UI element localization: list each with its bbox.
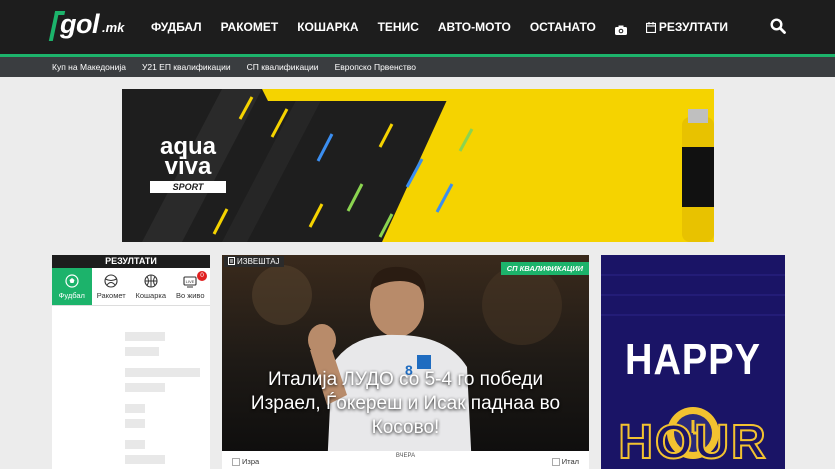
subnav-wc-qual[interactable]: СП квалификации bbox=[247, 62, 319, 72]
loading-placeholder bbox=[125, 347, 159, 356]
brand-line2: viva bbox=[164, 153, 212, 180]
loading-placeholder bbox=[125, 404, 145, 413]
report-tag: ИЗВЕШТАЈ bbox=[224, 256, 284, 267]
tab-basketball-label: Кошарка bbox=[135, 290, 167, 300]
banner-ad[interactable]: aqua viva SPORT bbox=[122, 89, 714, 242]
results-tabs: Фудбал Ракомет Кошарка LIVE Во живо 0 bbox=[52, 268, 210, 306]
document-icon bbox=[228, 257, 235, 265]
nav-other[interactable]: ОСТАНАТО bbox=[530, 20, 596, 34]
tab-handball[interactable]: Ракомет bbox=[92, 268, 132, 305]
logo-text: gol bbox=[60, 9, 100, 39]
svg-text:LIVE: LIVE bbox=[186, 279, 195, 284]
banner-brand: aqua viva SPORT bbox=[150, 135, 226, 193]
loading-placeholder bbox=[125, 332, 165, 341]
results-title: РЕЗУЛТАТИ bbox=[52, 255, 210, 268]
nav-results-label: РЕЗУЛТАТИ bbox=[658, 20, 728, 34]
tab-live[interactable]: LIVE Во живо 0 bbox=[171, 268, 211, 305]
tab-basketball[interactable]: Кошарка bbox=[131, 268, 171, 305]
tab-live-label: Во живо bbox=[175, 290, 205, 300]
category-tag[interactable]: СП КВАЛИФИКАЦИИ bbox=[500, 262, 589, 275]
site-logo[interactable]: gol .mk bbox=[48, 9, 136, 43]
handball-icon bbox=[104, 273, 118, 288]
match-score-bar[interactable]: Изра ВЧЕРА Итал bbox=[222, 451, 589, 469]
live-count-badge: 0 bbox=[197, 271, 207, 281]
nav-tennis[interactable]: ТЕНИС bbox=[378, 20, 419, 34]
top-navbar: gol .mk ФУДБАЛ РАКОМЕТ КОШАРКА ТЕНИС АВТ… bbox=[0, 0, 835, 54]
featured-article[interactable]: 8 ИЗВЕШТАЈ СП КВАЛИФИКАЦИИ Италија ЛУДО … bbox=[222, 255, 589, 469]
nav-handball[interactable]: РАКОМЕТ bbox=[221, 20, 279, 34]
ad-headline-2: HOUR bbox=[617, 415, 768, 469]
tab-football[interactable]: Фудбал bbox=[52, 268, 92, 305]
loading-placeholder bbox=[125, 419, 145, 428]
brand-line3: SPORT bbox=[150, 181, 226, 193]
nav-results[interactable]: РЕЗУЛТАТИ bbox=[645, 20, 728, 34]
search-icon[interactable] bbox=[770, 18, 786, 34]
away-flag bbox=[551, 457, 560, 466]
camera-icon[interactable] bbox=[614, 22, 627, 35]
away-team: Итал bbox=[551, 457, 579, 466]
match-time: ВЧЕРА bbox=[395, 453, 416, 459]
side-ad[interactable]: HAPPY HOUR bbox=[601, 255, 785, 469]
nav-basketball[interactable]: КОШАРКА bbox=[297, 20, 358, 34]
football-icon bbox=[65, 273, 79, 288]
logo-suffix: .mk bbox=[102, 20, 125, 35]
nav-auto-moto[interactable]: АВТО-МОТО bbox=[438, 20, 511, 34]
loading-placeholder bbox=[125, 455, 165, 464]
away-team-name: Итал bbox=[561, 457, 579, 466]
tab-handball-label: Ракомет bbox=[96, 290, 126, 300]
loading-placeholder bbox=[125, 368, 200, 377]
report-tag-label: ИЗВЕШТАЈ bbox=[237, 257, 280, 266]
subnav-euro[interactable]: Европско Првенство bbox=[335, 62, 416, 72]
loading-placeholder bbox=[125, 440, 145, 449]
subnav-u21[interactable]: У21 ЕП квалификации bbox=[142, 62, 231, 72]
main-nav: ФУДБАЛ РАКОМЕТ КОШАРКА ТЕНИС АВТО-МОТО О… bbox=[151, 0, 728, 54]
ad-headline-1: HAPPY bbox=[625, 335, 761, 385]
live-icon: LIVE bbox=[183, 275, 197, 287]
sub-navbar: Куп на Македонија У21 ЕП квалификации СП… bbox=[0, 57, 835, 77]
nav-football[interactable]: ФУДБАЛ bbox=[151, 20, 202, 34]
subnav-cup[interactable]: Куп на Македонија bbox=[52, 62, 126, 72]
calendar-icon bbox=[645, 21, 656, 33]
article-headline[interactable]: Италија ЛУДО со 5-4 го победи Израел, Ѓо… bbox=[234, 368, 577, 440]
loading-placeholder bbox=[125, 383, 165, 392]
basketball-icon bbox=[144, 273, 158, 288]
results-widget: РЕЗУЛТАТИ Фудбал Ракомет Кошарка LIVE Во… bbox=[52, 255, 210, 469]
tab-football-label: Фудбал bbox=[58, 290, 85, 300]
